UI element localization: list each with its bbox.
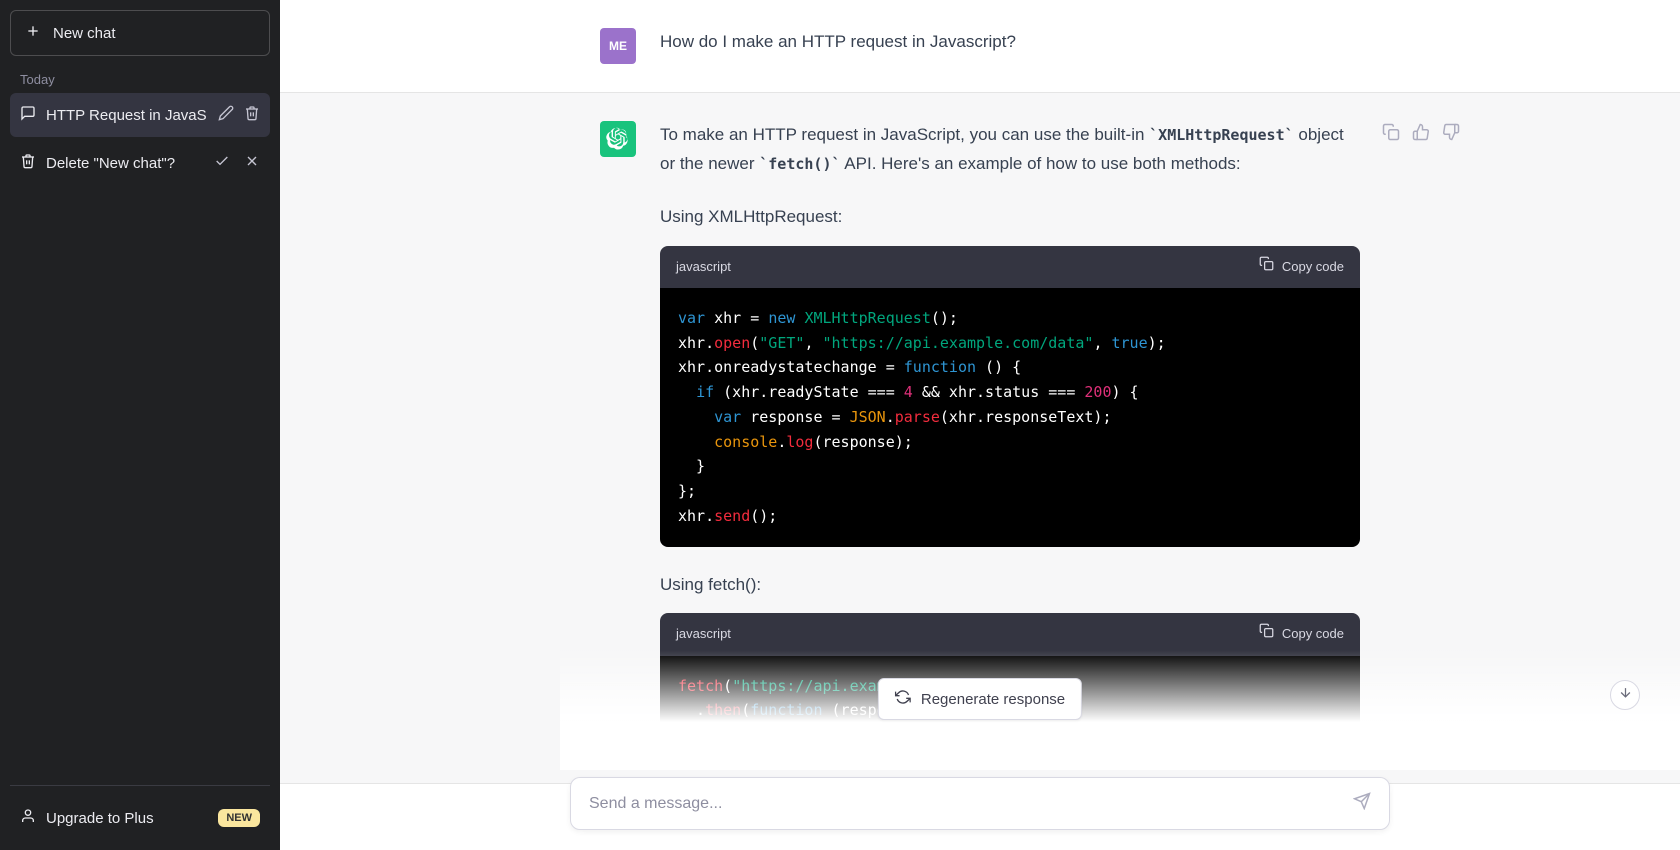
clipboard-icon [1259,256,1274,278]
confirm-delete-icon[interactable] [214,153,230,173]
sidebar-footer: Upgrade to Plus NEW [10,785,270,840]
user-message-row: ME How do I make an HTTP request in Java… [280,0,1680,92]
new-badge: NEW [218,809,260,827]
chat-icon [20,105,36,125]
user-icon [20,808,36,828]
upgrade-button[interactable]: Upgrade to Plus NEW [10,796,270,840]
clipboard-icon[interactable] [1382,123,1400,146]
clipboard-icon [1259,623,1274,645]
trash-icon[interactable] [244,105,260,125]
inline-code-xhr: `XMLHttpRequest` [1149,126,1294,144]
assistant-message-tools [1382,123,1460,146]
send-button[interactable] [1353,792,1371,815]
code-body-xhr: var xhr = new XMLHttpRequest(); xhr.open… [660,288,1360,547]
thumbs-up-icon[interactable] [1412,123,1430,146]
copy-code-label: Copy code [1282,623,1344,645]
arrow-down-icon [1618,685,1633,705]
trash-icon [20,153,36,173]
section-heading-fetch: Using fetch(): [660,571,1360,600]
assistant-avatar [600,121,636,157]
intro-span-1: To make an HTTP request in JavaScript, y… [660,125,1149,144]
copy-code-label: Copy code [1282,256,1344,278]
new-chat-label: New chat [53,25,116,42]
refresh-icon [895,689,911,709]
code-language-label: javascript [676,256,731,278]
scroll-to-bottom-button[interactable] [1610,680,1640,710]
delete-confirm-row: Delete "New chat"? [10,141,270,185]
edit-icon[interactable] [218,105,234,125]
message-composer [570,777,1390,830]
sidebar: New chat Today HTTP Request in JavaS Del… [0,0,280,850]
upgrade-label: Upgrade to Plus [46,810,154,827]
inline-code-fetch: `fetch()` [759,155,840,173]
send-icon [1353,797,1371,814]
message-input[interactable] [589,795,1353,813]
chat-scroll[interactable]: ME How do I make an HTTP request in Java… [280,0,1680,850]
user-avatar: ME [600,28,636,64]
copy-code-button[interactable]: Copy code [1259,256,1344,278]
section-heading-xhr: Using XMLHttpRequest: [660,203,1360,232]
main-panel: ME How do I make an HTTP request in Java… [280,0,1680,850]
plus-icon [25,23,41,43]
sidebar-section-today: Today [10,56,270,93]
thumbs-down-icon[interactable] [1442,123,1460,146]
conversation-item-active[interactable]: HTTP Request in JavaS [10,93,270,137]
cancel-delete-icon[interactable] [244,153,260,173]
delete-confirm-text: Delete "New chat"? [46,155,175,172]
regenerate-label: Regenerate response [921,691,1065,708]
codeblock-xhr: javascript Copy code var xhr = new XMLHt… [660,246,1360,547]
conversation-title: HTTP Request in JavaS [46,107,208,124]
regenerate-button[interactable]: Regenerate response [878,678,1082,720]
copy-code-button[interactable]: Copy code [1259,623,1344,645]
user-message-text: How do I make an HTTP request in Javascr… [660,28,1360,64]
intro-span-3: API. Here's an example of how to use bot… [841,154,1241,173]
assistant-message-content: To make an HTTP request in JavaScript, y… [660,121,1360,755]
code-language-label: javascript [676,623,731,645]
new-chat-button[interactable]: New chat [10,10,270,56]
